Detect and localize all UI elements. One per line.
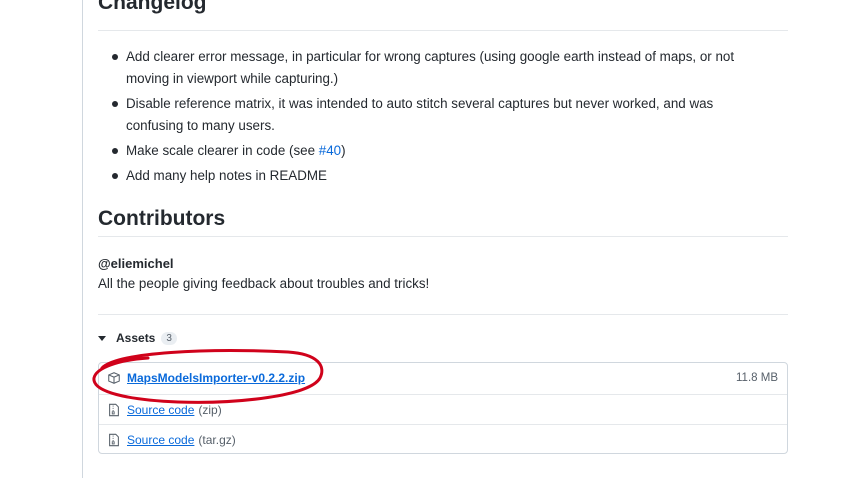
list-item: Add clearer error message, in particular… [110, 46, 770, 90]
file-zip-icon [109, 403, 119, 416]
list-item-text: Add many help notes in README [126, 168, 327, 183]
list-item-text: Add clearer error message, in particular… [126, 49, 735, 86]
issue-link[interactable]: #40 [319, 143, 341, 158]
file-zip-icon [109, 433, 119, 446]
changelog-heading: Changelog [98, 0, 207, 14]
heading-divider [98, 236, 788, 237]
asset-row[interactable]: MapsModelsImporter-v0.2.2.zip 11.8 MB [99, 363, 787, 393]
asset-ext: (zip) [198, 402, 222, 417]
assets-label: Assets [116, 331, 156, 345]
contributor-handle[interactable]: @eliemichel [98, 256, 174, 271]
package-icon [108, 372, 120, 384]
assets-list: MapsModelsImporter-v0.2.2.zip 11.8 MB So… [98, 362, 788, 454]
list-item-text: Make scale clearer in code (see [126, 143, 319, 158]
release-page: Changelog Add clearer error message, in … [0, 0, 848, 492]
asset-size: 11.8 MB [736, 372, 778, 384]
list-item: Disable reference matrix, it was intende… [110, 93, 770, 137]
source-code-targz-link[interactable]: Source code [127, 433, 194, 447]
list-item: Make scale clearer in code (see #40) [110, 140, 770, 162]
assets-toggle[interactable]: Assets 3 [98, 331, 177, 345]
asset-ext: (tar.gz) [198, 432, 236, 447]
asset-download-link[interactable]: MapsModelsImporter-v0.2.2.zip [127, 371, 305, 385]
assets-count-badge: 3 [161, 331, 177, 345]
list-item: Add many help notes in README [110, 165, 770, 187]
asset-row[interactable]: Source code (tar.gz) [99, 424, 787, 454]
heading-divider [98, 30, 788, 31]
asset-row[interactable]: Source code (zip) [99, 394, 787, 424]
list-item-text: ) [341, 143, 346, 158]
contributor-thanks: All the people giving feedback about tro… [98, 276, 430, 291]
changelog-list: Add clearer error message, in particular… [110, 46, 770, 190]
caret-down-icon [98, 335, 106, 341]
source-code-zip-link[interactable]: Source code [127, 403, 194, 417]
list-item-text: Disable reference matrix, it was intende… [126, 96, 714, 133]
contributors-heading: Contributors [98, 207, 226, 230]
section-divider [98, 314, 788, 315]
